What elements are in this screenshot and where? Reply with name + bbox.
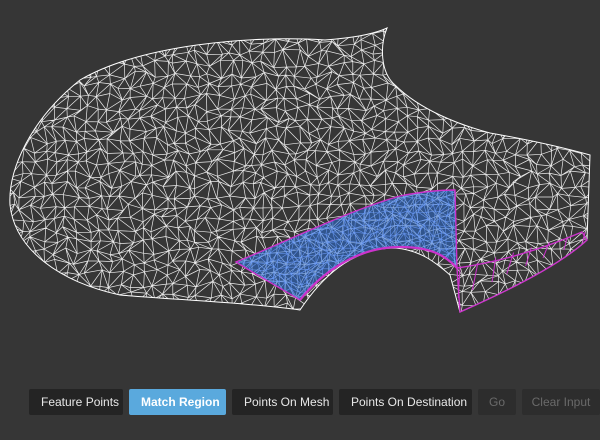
- feature-points-button[interactable]: Feature Points: [29, 389, 123, 415]
- match-region-button[interactable]: Match Region: [129, 389, 226, 415]
- match-region-overlay: [234, 189, 588, 314]
- bottom-toolbar: Feature Points Match Region Points On Me…: [29, 389, 600, 415]
- mesh-canvas[interactable]: [0, 0, 600, 380]
- 3d-viewport[interactable]: [0, 0, 600, 380]
- go-button[interactable]: Go: [478, 389, 516, 415]
- points-on-mesh-button[interactable]: Points On Mesh: [232, 389, 333, 415]
- region-strip-line: [542, 242, 550, 259]
- points-on-destination-button[interactable]: Points On Destination: [339, 389, 472, 415]
- clear-input-button[interactable]: Clear Input: [522, 389, 600, 415]
